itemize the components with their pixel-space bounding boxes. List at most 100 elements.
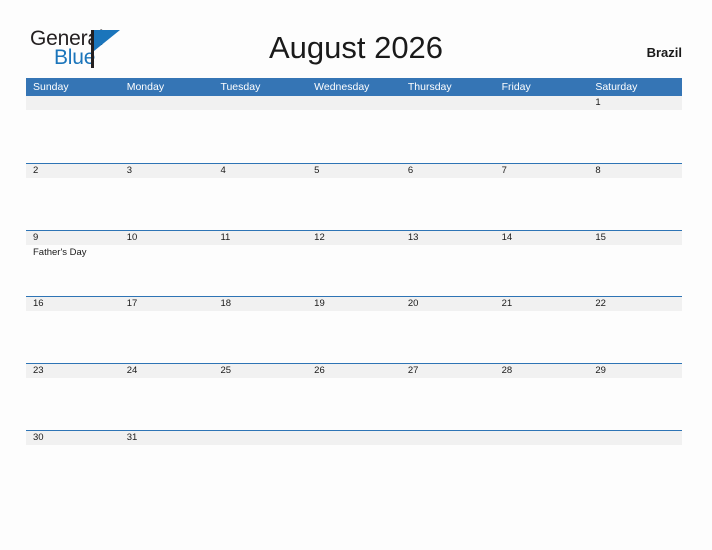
day-cell-14[interactable] <box>495 245 589 297</box>
day-number-empty <box>588 431 682 445</box>
calendar-week-row: 9 10 11 12 13 14 15 Father's Day <box>26 229 682 297</box>
day-cell-22[interactable] <box>588 311 682 363</box>
day-cell-5[interactable] <box>307 178 401 230</box>
day-number-21[interactable]: 21 <box>495 297 589 311</box>
day-cell-13[interactable] <box>401 245 495 297</box>
day-number-1[interactable]: 1 <box>588 96 682 110</box>
day-number-25[interactable]: 25 <box>213 364 307 378</box>
day-number-15[interactable]: 15 <box>588 231 682 245</box>
day-number-12[interactable]: 12 <box>307 231 401 245</box>
weekday-header-monday: Monday <box>126 81 165 93</box>
day-cell-21[interactable] <box>495 311 589 363</box>
day-number-4[interactable]: 4 <box>213 164 307 178</box>
calendar-week-row: 23 24 25 26 27 28 29 <box>26 363 682 431</box>
weekday-header-wednesday: Wednesday <box>314 81 370 93</box>
page-header: General Blue August 2026 Brazil <box>0 0 712 78</box>
day-cell-11[interactable] <box>213 245 307 297</box>
day-cell-20[interactable] <box>401 311 495 363</box>
day-cell-31[interactable] <box>120 445 214 497</box>
day-cell-18[interactable] <box>213 311 307 363</box>
day-number-7[interactable]: 7 <box>495 164 589 178</box>
week-event-area <box>26 110 682 162</box>
day-cell-23[interactable] <box>26 378 120 430</box>
day-cell-12[interactable] <box>307 245 401 297</box>
day-number-8[interactable]: 8 <box>588 164 682 178</box>
day-cell-6[interactable] <box>401 178 495 230</box>
day-cell-9[interactable]: Father's Day <box>26 245 120 297</box>
day-number-9[interactable]: 9 <box>26 231 120 245</box>
day-cell-19[interactable] <box>307 311 401 363</box>
day-cell-30[interactable] <box>26 445 120 497</box>
day-number-27[interactable]: 27 <box>401 364 495 378</box>
day-cell-3[interactable] <box>120 178 214 230</box>
day-cell-28[interactable] <box>495 378 589 430</box>
day-number-30[interactable]: 30 <box>26 431 120 445</box>
day-number-empty <box>213 431 307 445</box>
day-number-empty <box>495 431 589 445</box>
day-number-empty <box>213 96 307 110</box>
week-event-area <box>26 177 682 230</box>
day-number-13[interactable]: 13 <box>401 231 495 245</box>
day-number-11[interactable]: 11 <box>213 231 307 245</box>
day-number-20[interactable]: 20 <box>401 297 495 311</box>
day-number-17[interactable]: 17 <box>120 297 214 311</box>
day-number-5[interactable]: 5 <box>307 164 401 178</box>
day-number-10[interactable]: 10 <box>120 231 214 245</box>
day-number-2[interactable]: 2 <box>26 164 120 178</box>
day-number-empty <box>401 96 495 110</box>
day-cell-16[interactable] <box>26 311 120 363</box>
day-cell-26[interactable] <box>307 378 401 430</box>
day-number-empty <box>307 96 401 110</box>
calendar-weeks: 1 2 3 4 5 6 7 8 9 10 11 12 13 14 15 Father's Day 16 17 18 1… <box>26 96 682 497</box>
calendar-week-row: 1 <box>26 96 682 163</box>
day-cell-8[interactable] <box>588 178 682 230</box>
week-date-band: 30 31 <box>26 430 682 445</box>
day-number-empty <box>307 431 401 445</box>
week-date-band: 16 17 18 19 20 21 22 <box>26 297 682 312</box>
week-event-area <box>26 378 682 431</box>
weekday-header-row: Sunday Monday Tuesday Wednesday Thursday Frid… <box>26 78 682 96</box>
week-event-area <box>26 311 682 364</box>
day-cell-25[interactable] <box>213 378 307 430</box>
day-cell-27[interactable] <box>401 378 495 430</box>
event-label: Father's Day <box>33 246 87 258</box>
day-cell-4[interactable] <box>213 178 307 230</box>
day-number-19[interactable]: 19 <box>307 297 401 311</box>
day-cell-7[interactable] <box>495 178 589 230</box>
day-cell-1[interactable] <box>588 110 682 162</box>
week-event-area: Father's Day <box>26 244 682 297</box>
day-cell-empty <box>588 445 682 497</box>
day-number-29[interactable]: 29 <box>588 364 682 378</box>
day-cell-empty <box>307 445 401 497</box>
day-cell-2[interactable] <box>26 178 120 230</box>
weekday-header-saturday: Saturday <box>595 81 638 93</box>
week-date-band: 9 10 11 12 13 14 15 <box>26 230 682 245</box>
calendar-page: General Blue August 2026 Brazil Sunday Mo… <box>0 0 712 550</box>
day-number-28[interactable]: 28 <box>495 364 589 378</box>
day-cell-10[interactable] <box>120 245 214 297</box>
day-number-18[interactable]: 18 <box>213 297 307 311</box>
day-cell-empty <box>401 110 495 162</box>
day-number-22[interactable]: 22 <box>588 297 682 311</box>
weekday-header-tuesday: Tuesday <box>220 81 261 93</box>
day-number-14[interactable]: 14 <box>495 231 589 245</box>
day-number-26[interactable]: 26 <box>307 364 401 378</box>
day-cell-15[interactable] <box>588 245 682 297</box>
day-cell-17[interactable] <box>120 311 214 363</box>
day-cell-empty <box>213 110 307 162</box>
day-number-6[interactable]: 6 <box>401 164 495 178</box>
day-cell-24[interactable] <box>120 378 214 430</box>
weekday-header-sunday: Sunday <box>33 81 69 93</box>
week-date-band: 1 <box>26 96 682 110</box>
region-label: Brazil <box>646 45 682 60</box>
day-number-24[interactable]: 24 <box>120 364 214 378</box>
day-number-3[interactable]: 3 <box>120 164 214 178</box>
day-number-empty <box>495 96 589 110</box>
day-number-31[interactable]: 31 <box>120 431 214 445</box>
calendar-week-row: 16 17 18 19 20 21 22 <box>26 296 682 364</box>
day-number-16[interactable]: 16 <box>26 297 120 311</box>
day-cell-empty <box>213 445 307 497</box>
day-cell-empty <box>120 110 214 162</box>
day-cell-29[interactable] <box>588 378 682 430</box>
day-number-23[interactable]: 23 <box>26 364 120 378</box>
